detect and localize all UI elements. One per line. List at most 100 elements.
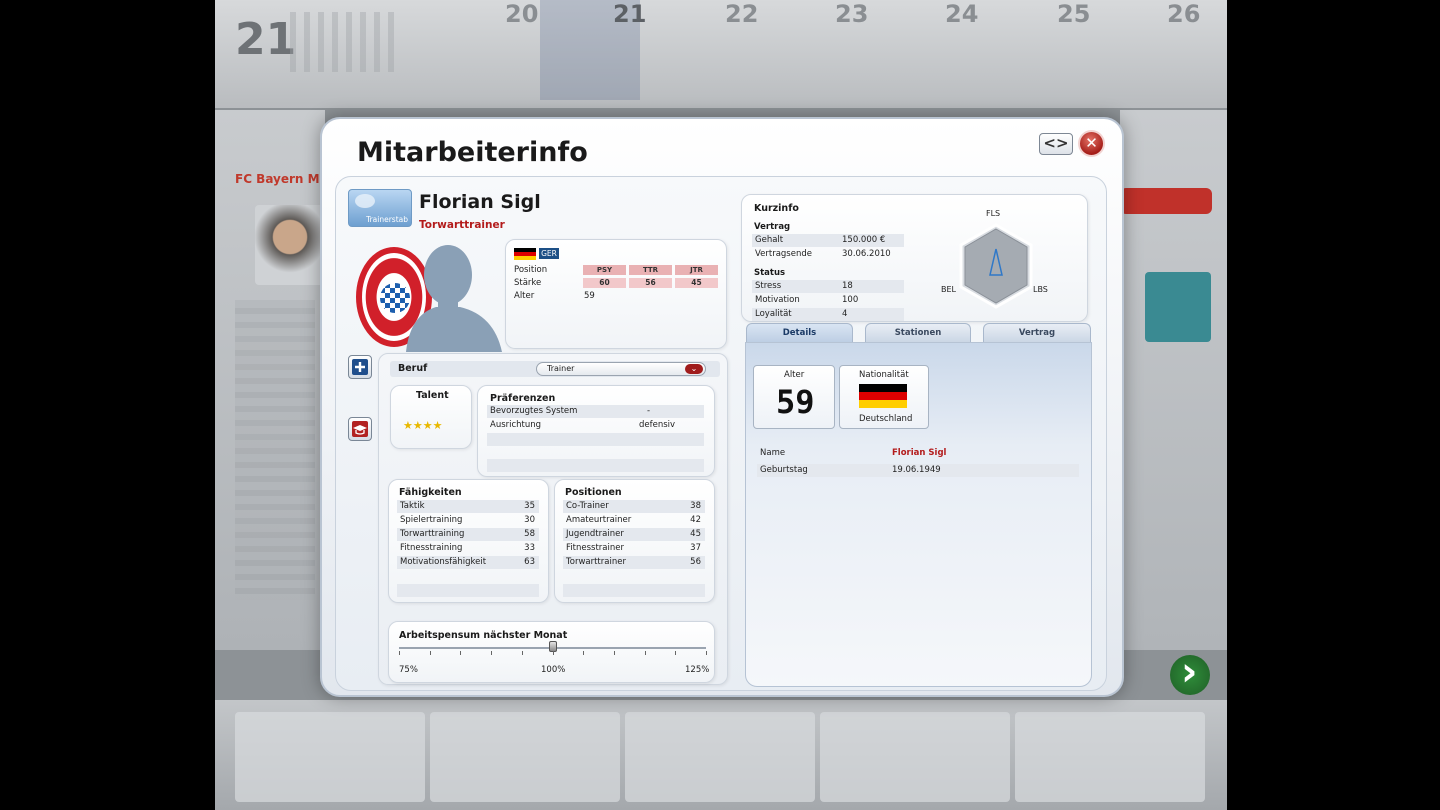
status-row: Motivation 100	[755, 295, 859, 305]
germany-flag-icon	[514, 248, 536, 260]
workload-min-label: 75%	[399, 665, 418, 675]
prev-next-button[interactable]: <>	[1039, 133, 1073, 155]
attr-value: 56	[629, 278, 672, 288]
workload-max-label: 125%	[685, 665, 710, 675]
radar-label-right: LBS	[1033, 285, 1048, 294]
attr-code: JTR	[675, 265, 718, 275]
workload-slider-tick	[521, 651, 523, 655]
status-row: Stress 18	[752, 280, 904, 293]
education-icon[interactable]	[348, 417, 372, 441]
radar-label-left: BEL	[941, 285, 956, 294]
close-button[interactable]: ✕	[1078, 130, 1105, 157]
radar-label-top: FLS	[986, 209, 1001, 218]
preferences-title: Präferenzen	[490, 393, 556, 404]
background-card	[820, 712, 1010, 802]
close-icon: ✕	[1085, 134, 1098, 152]
workload-slider-tick	[399, 651, 400, 655]
badge-label: Trainerstab	[366, 215, 408, 224]
contract-title: Vertrag	[754, 222, 791, 232]
background-teal-tile	[1145, 272, 1211, 342]
summary-row: Alter 59	[514, 291, 595, 301]
contract-row: Vertragsende 30.06.2010	[755, 249, 891, 259]
employee-info-dialog: Mitarbeiterinfo <> ✕ Trainerstab Florian…	[320, 117, 1124, 697]
status-title: Status	[754, 268, 786, 278]
training-plus-icon[interactable]	[348, 355, 372, 379]
profession-label: Beruf	[398, 363, 428, 374]
germany-flag-icon	[859, 384, 907, 408]
chevron-down-icon: ⌄	[685, 364, 703, 374]
workload-title: Arbeitspensum nächster Monat	[399, 630, 568, 641]
continue-button[interactable]	[1170, 649, 1210, 695]
background-card	[1015, 712, 1205, 802]
calendar-day[interactable]: 23	[835, 0, 868, 28]
workload-slider-tick	[491, 651, 493, 655]
background-card	[235, 712, 425, 802]
workload-slider-tick	[460, 651, 462, 655]
tab-stations[interactable]: Stationen	[865, 323, 971, 343]
detail-row: Name Florian Sigl	[760, 448, 947, 458]
skill-row: Torwarttraining 58	[397, 528, 539, 541]
attr-code: PSY	[583, 265, 626, 275]
person-silhouette	[406, 245, 502, 352]
preference-row: Ausrichtung defensiv	[490, 420, 676, 430]
workload-mid-label: 100%	[541, 665, 566, 675]
calendar-day[interactable]: 20	[505, 0, 538, 28]
status-row: Loyalität 4	[752, 308, 904, 321]
skill-row: Taktik 35	[397, 500, 539, 513]
nationality-label: Nationalität	[859, 370, 909, 380]
background-card	[430, 712, 620, 802]
positions-title: Positionen	[565, 487, 622, 498]
position-row: Torwarttrainer 56	[563, 556, 705, 569]
attr-value: 60	[583, 278, 626, 288]
talent-stars-icon: ★★★★	[403, 419, 443, 432]
attr-value: 45	[675, 278, 718, 288]
calendar-bar: 21 20 21 22 23 24 25 26	[215, 0, 1227, 108]
dialog-content: Trainerstab Florian Sigl Torwarttrainer …	[335, 176, 1107, 691]
talent-label: Talent	[416, 390, 449, 401]
calendar-day[interactable]: 24	[945, 0, 978, 28]
background-avatar	[255, 205, 325, 285]
attr-code: TTR	[629, 265, 672, 275]
empty-row	[563, 584, 705, 597]
position-row: Fitnesstrainer 37	[566, 543, 701, 553]
calendar-day[interactable]: 22	[725, 0, 758, 28]
empty-row	[397, 584, 539, 597]
profession-dropdown[interactable]: Trainer ⌄	[536, 362, 706, 376]
position-row: Jugendtrainer 45	[563, 528, 705, 541]
preference-row: Bevorzugtes System -	[487, 405, 704, 418]
profession-value: Trainer	[547, 364, 575, 373]
skill-row: Fitnesstraining 33	[400, 543, 535, 553]
skill-row: Spielertraining 30	[400, 515, 535, 525]
workload-slider-tick	[429, 651, 431, 655]
background-club-title: FC Bayern Mü	[235, 172, 329, 186]
background-red-button	[1120, 188, 1212, 214]
workload-slider-tick	[706, 651, 707, 655]
staff-role-badge: Trainerstab	[348, 189, 412, 227]
nationality-code: GER	[539, 248, 559, 259]
position-row: Amateurtrainer 42	[566, 515, 701, 525]
person-role: Torwarttrainer	[419, 219, 505, 231]
calendar-big-day: 21	[235, 14, 297, 65]
contract-row: Gehalt 150.000 €	[752, 234, 904, 247]
workload-slider-tick	[613, 651, 615, 655]
staff-icon	[355, 194, 375, 208]
short-info-title: Kurzinfo	[754, 203, 799, 214]
tab-contract[interactable]: Vertrag	[983, 323, 1091, 343]
tab-details[interactable]: Details	[746, 323, 853, 343]
mini-calendar	[290, 12, 400, 72]
dialog-title: Mitarbeiterinfo	[357, 137, 588, 168]
nationality-value: Deutschland	[859, 414, 913, 424]
calendar-day[interactable]: 21	[613, 0, 646, 28]
position-row: Co-Trainer 38	[563, 500, 705, 513]
skill-row: Motivationsfähigkeit 63	[397, 556, 539, 569]
workload-slider-tick	[644, 651, 646, 655]
skills-title: Fähigkeiten	[399, 487, 462, 498]
age-label: Alter	[784, 370, 805, 380]
background-menu-list	[235, 300, 315, 600]
person-name: Florian Sigl	[419, 191, 541, 213]
workload-slider-tick	[552, 651, 554, 655]
background-card	[625, 712, 815, 802]
detail-row: Geburtstag 19.06.1949	[757, 464, 1079, 477]
calendar-day[interactable]: 26	[1167, 0, 1200, 28]
calendar-day[interactable]: 25	[1057, 0, 1090, 28]
